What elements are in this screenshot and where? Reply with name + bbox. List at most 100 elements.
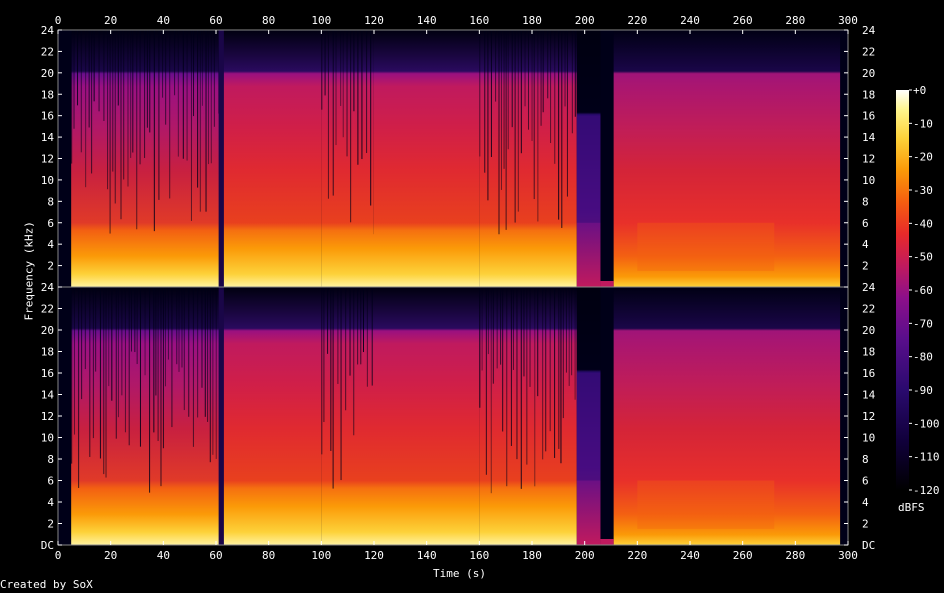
spectrogram-gap-streak [188,287,190,417]
spectrogram-gap-streak [545,287,547,452]
y-tick-label-right: DC [862,539,875,552]
x-tick-label-bottom: 180 [522,549,542,562]
y-tick-label-left: 4 [47,496,54,509]
spectrogram-gap-streak [503,30,505,169]
y-tick-label-right: 12 [862,410,875,423]
x-tick-label-top: 120 [364,14,384,27]
spectrogram-gap-streak [537,30,539,222]
spectrogram-gap-streak [169,30,171,199]
spectrogram-gap-streak [323,287,325,423]
spectrogram-gap-streak [510,287,512,446]
spectrogram-gap-streak [571,30,573,134]
spectrogram-gap-streak [99,287,101,459]
spectrogram-dropout [600,30,614,287]
spectrogram-gap-streak [164,287,166,387]
spectrogram-gap-streak [91,30,93,174]
spectrogram-gap-streak [117,30,119,106]
spectrogram-gap-streak [153,30,155,232]
colorbar-tick-label: +0 [913,84,926,97]
spectrogram-gap-streak [162,30,164,98]
spectrogram-gap-streak [130,30,132,158]
spectrogram-gap-streak [93,30,95,102]
y-tick-label-right: 6 [862,217,869,230]
spectrogram-gap-streak [127,30,129,187]
y-tick-label-left: 14 [41,131,55,144]
spectrogram-gap-streak [321,30,323,110]
spectrogram-gap-streak [77,30,79,106]
colorbar-tick-label: -110 [913,451,940,464]
y-tick-label-right: 8 [862,453,869,466]
y-tick-label-right: 10 [862,174,875,187]
spectrogram-segment [321,287,374,545]
x-tick-label-bottom: 220 [627,549,647,562]
spectrogram-gap-streak [512,287,514,370]
spectrogram-gap-streak [558,30,560,220]
spectrogram-dropout-floor [600,539,614,545]
y-tick-label-right: 24 [862,24,876,37]
y-tick-label-left: 12 [41,153,54,166]
colorbar-tick-label: -70 [913,317,933,330]
spectrogram-gap-streak [171,287,173,428]
spectrogram-gap-streak [162,287,164,449]
y-tick-label-right: 18 [862,88,875,101]
spectrogram-gap-streak [531,30,533,141]
spectrogram-gap-streak [526,287,528,465]
spectrogram-gap-streak [146,30,148,128]
x-tick-label-top: 100 [311,14,331,27]
spectrogram-gap-streak [108,287,110,387]
spectrogram-gap-streak [155,287,157,396]
spectrogram-gap-streak [324,30,326,96]
y-tick-label-right: 14 [862,131,876,144]
colorbar-tick-label: -30 [913,184,933,197]
spectrogram-gap-streak [506,287,508,487]
spectrogram-gap-streak [564,30,566,107]
spectrogram-gap-streak [73,30,75,129]
spectrogram-gap-streak [134,287,136,353]
spectrogram-gap-streak [136,287,138,365]
y-tick-label-left: DC [41,539,54,552]
spectrogram-segment [479,287,577,545]
spectrogram-gap-streak [360,287,362,365]
x-tick-label-bottom: 20 [104,549,117,562]
spectrogram-gap-streak [114,30,116,204]
x-tick-label-bottom: 0 [55,549,62,562]
spectrogram-gap-streak [207,287,209,422]
spectrogram-gap-streak [117,287,119,418]
spectrogram-gap-streak [144,287,146,376]
y-tick-label-left: 12 [41,410,54,423]
spectrogram-gap-streak [561,30,563,228]
spectrogram-gap-streak [136,30,138,230]
spectrogram-gap-streak [332,287,334,489]
spectrogram-dropout [218,287,224,545]
spectrogram-gap-streak [71,30,73,164]
spectrogram-gap-streak [95,287,97,372]
y-tick-label-right: 4 [862,496,869,509]
spectrogram-gap-streak [121,287,123,396]
spectrogram-gap-streak [549,287,551,432]
y-tick-label-right: 6 [862,475,869,488]
spectrogram-gap-streak [207,30,209,165]
x-tick-label-bottom: 160 [469,549,489,562]
colorbar-unit: dBFS [898,501,925,514]
spectrogram-gap-streak [92,287,94,439]
spectrogram-gap-streak [192,287,194,447]
spectrogram-gap-streak [534,287,536,487]
spectrogram-gap-streak [201,30,203,106]
y-tick-label-right: 8 [862,195,869,208]
spectrogram-gap-streak [84,287,86,370]
spectrogram-gap-streak [81,287,83,400]
spectrogram-gap-streak [80,30,82,153]
y-tick-label-left: 22 [41,45,54,58]
y-tick-label-right: 12 [862,153,875,166]
spectrogram-gap-streak [537,287,539,397]
spectrogram-gap-streak [517,30,519,212]
spectrogram-gap-streak [345,287,347,411]
spectrogram-gap-streak [124,287,126,433]
y-tick-label-left: 10 [41,432,54,445]
spectrogram-gap-streak [362,287,364,353]
spectrogram-gap-streak [181,287,183,368]
x-tick-label-top: 180 [522,14,542,27]
spectrogram-gap-streak [550,30,552,144]
colorbar-tick-label: -60 [913,284,933,297]
y-tick-label-right: 4 [862,238,869,251]
